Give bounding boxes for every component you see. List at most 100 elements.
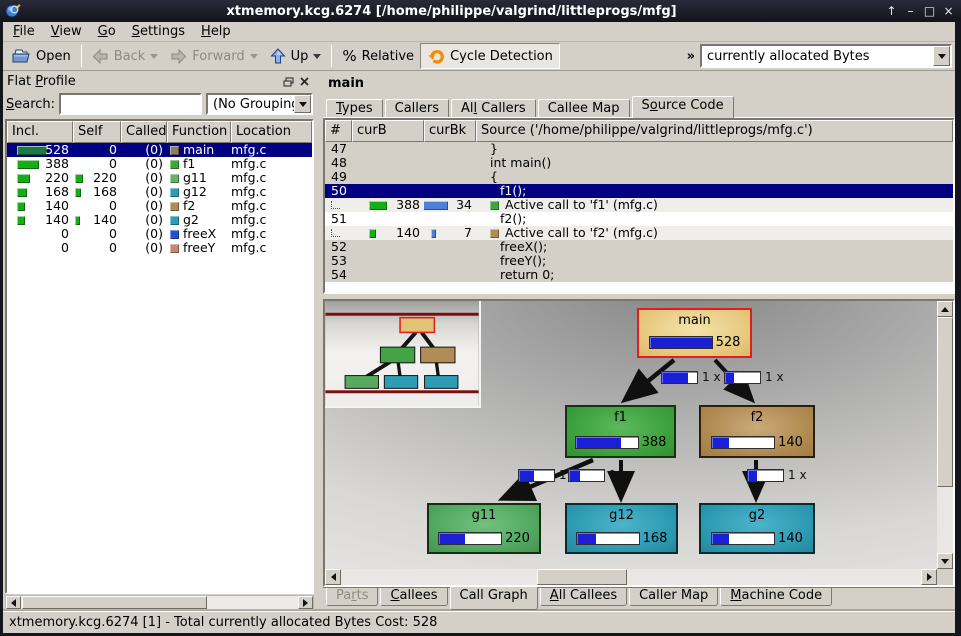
source-line[interactable]: 48 int main() (325, 156, 953, 170)
source-line[interactable]: 54 return 0; (325, 268, 953, 282)
up-button[interactable]: Up (264, 43, 328, 69)
chevron-down-icon (299, 102, 307, 111)
relative-toggle-button[interactable]: % Relative (336, 43, 420, 69)
table-row-f2[interactable]: 140 0 (0) f2 mfg.c (7, 199, 312, 213)
source-line[interactable]: 47 } (325, 142, 953, 156)
column-header-function[interactable]: Function (167, 121, 231, 143)
column-header-source[interactable]: Source ('/home/philippe/valgrind/littlep… (476, 120, 953, 142)
panel-splitter[interactable] (316, 71, 323, 611)
edge-label-main-f1: 1 x (661, 370, 721, 384)
column-header-curbk[interactable]: curBk (424, 120, 476, 142)
scrollbar-thumb[interactable] (937, 317, 953, 487)
titlebar[interactable]: xtmemory.kcg.6274 [/home/philippe/valgri… (0, 0, 961, 22)
tab-all-callees[interactable]: All Callees (540, 587, 627, 606)
menu-settings[interactable]: Settings (124, 23, 193, 40)
table-row-g2[interactable]: 140 140 (0) g2 mfg.c (7, 213, 312, 227)
up-arrow-icon (270, 48, 286, 64)
scroll-left-button[interactable] (325, 569, 341, 585)
menu-go[interactable]: Go (90, 23, 124, 40)
dock-close-button[interactable] (296, 75, 312, 89)
graph-overview-minimap[interactable] (325, 301, 481, 408)
combo-dropdown-button[interactable] (294, 95, 311, 113)
back-button[interactable]: Back (86, 43, 165, 69)
column-header-self[interactable]: Self (73, 121, 121, 143)
table-row-main[interactable]: 528 0 (0) main mfg.c (7, 143, 312, 157)
graph-vertical-scrollbar[interactable] (937, 301, 953, 569)
open-folder-icon (12, 48, 31, 64)
scroll-up-button[interactable] (937, 301, 953, 317)
scroll-left-button[interactable] (6, 596, 21, 609)
graph-node-g12[interactable]: g12 168 (565, 503, 678, 554)
graph-horizontal-scrollbar[interactable] (325, 569, 937, 585)
graph-node-main[interactable]: main 528 (637, 308, 752, 358)
tab-callers[interactable]: Callers (385, 99, 449, 118)
tab-machine-code[interactable]: Machine Code (720, 587, 832, 606)
dock-float-button[interactable] (280, 75, 296, 89)
search-input[interactable] (59, 93, 202, 115)
back-dropdown-arrow-icon[interactable] (150, 54, 158, 63)
table-row-freeX[interactable]: 0 0 (0) freeX mfg.c (7, 227, 312, 241)
source-line-selected[interactable]: 50 f1(); (325, 184, 953, 198)
scroll-down-button[interactable] (937, 553, 953, 569)
scroll-right-button[interactable] (298, 596, 313, 609)
forward-dropdown-arrow-icon[interactable] (250, 54, 258, 63)
table-row-g12[interactable]: 168 168 (0) g12 mfg.c (7, 185, 312, 199)
source-call-row[interactable]: 388 34 Active call to 'f1' (mfg.c) (325, 198, 953, 212)
forward-button[interactable]: Forward (164, 43, 263, 69)
column-header-incl[interactable]: Incl. (7, 121, 73, 143)
table-row-f1[interactable]: 388 0 (0) f1 mfg.c (7, 157, 312, 171)
column-header-called[interactable]: Called (121, 121, 167, 143)
source-line[interactable]: 53 freeY(); (325, 254, 953, 268)
up-label: Up (291, 49, 309, 64)
shade-button[interactable]: ↑ (883, 3, 900, 19)
column-header-line[interactable]: # (325, 120, 352, 142)
scroll-right-button[interactable] (921, 569, 937, 585)
open-button[interactable]: Open (6, 43, 77, 69)
relative-label: Relative (362, 49, 414, 64)
table-row-freeY[interactable]: 0 0 (0) freeY mfg.c (7, 241, 312, 255)
column-header-location[interactable]: Location (231, 121, 312, 143)
edge-label-f2-g2: 1 x (747, 468, 807, 482)
table-row-g11[interactable]: 220 220 (0) g11 mfg.c (7, 171, 312, 185)
function-color-icon (490, 229, 499, 238)
tab-source-code[interactable]: Source Code (632, 96, 734, 118)
tab-types[interactable]: Types (326, 99, 383, 118)
call-graph-canvas[interactable]: main 528 f1 388 f2 140 g11 (325, 301, 937, 569)
close-button[interactable]: × (940, 3, 957, 19)
flat-profile-dock: Flat Profile Search: (3, 71, 316, 611)
graph-node-g2[interactable]: g2 140 (699, 503, 815, 554)
source-line[interactable]: 51 f2(); (325, 212, 953, 226)
function-color-icon (170, 202, 179, 211)
menu-help[interactable]: Help (193, 23, 239, 40)
scrollbar-thumb[interactable] (22, 596, 207, 609)
toolbar-overflow-chevron[interactable]: » (682, 49, 700, 64)
maximize-button[interactable]: □ (921, 3, 938, 19)
minimize-button[interactable]: – (902, 3, 919, 19)
up-dropdown-arrow-icon[interactable] (313, 54, 321, 63)
graph-node-g11[interactable]: g11 220 (427, 503, 541, 554)
source-call-row[interactable]: 140 7 Active call to 'f2' (mfg.c) (325, 226, 953, 240)
graph-node-f1[interactable]: f1 388 (565, 405, 676, 458)
function-color-icon (170, 216, 179, 225)
dock-titlebar[interactable]: Flat Profile (3, 71, 316, 92)
menu-file[interactable]: File (5, 23, 43, 40)
dock-horizontal-scrollbar[interactable] (5, 595, 314, 610)
tab-caller-map[interactable]: Caller Map (629, 587, 718, 606)
column-header-curb[interactable]: curB (352, 120, 424, 142)
cycle-detection-button[interactable]: Cycle Detection (420, 43, 560, 69)
tab-callee-map[interactable]: Callee Map (538, 99, 630, 118)
combo-dropdown-button[interactable] (933, 46, 950, 66)
tab-call-graph[interactable]: Call Graph (450, 587, 538, 610)
grouping-select[interactable]: (No Grouping) (206, 93, 313, 115)
source-line[interactable]: 49 { (325, 170, 953, 184)
event-type-select[interactable]: currently allocated Bytes (700, 44, 952, 68)
tab-all-callers[interactable]: All Callers (451, 99, 536, 118)
menu-view[interactable]: View (43, 23, 90, 40)
tab-parts[interactable]: Parts (326, 587, 378, 606)
detail-top-tabs: Types Callers All Callers Callee Map Sou… (323, 96, 955, 118)
source-line[interactable]: 52 freeX(); (325, 240, 953, 254)
scrollbar-thumb[interactable] (537, 569, 627, 585)
toolbar: Open Back Forward (3, 42, 955, 71)
tab-callees[interactable]: Callees (380, 587, 447, 606)
graph-node-f2[interactable]: f2 140 (699, 405, 815, 458)
